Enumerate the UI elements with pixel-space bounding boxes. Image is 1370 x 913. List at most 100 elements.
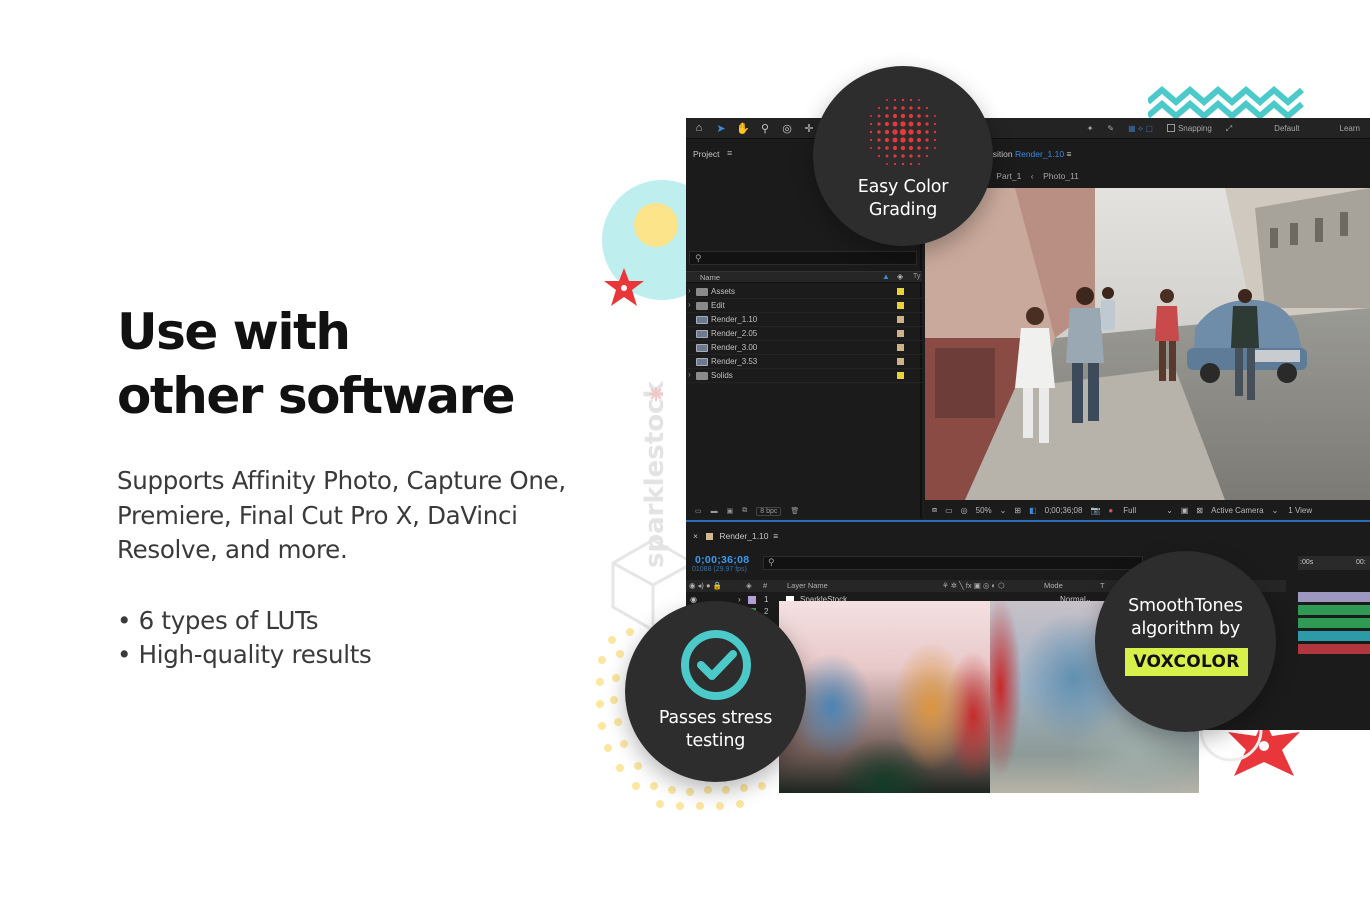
pin-tool-icon[interactable]: ✎ bbox=[1107, 124, 1114, 133]
layer-track-bar[interactable] bbox=[1298, 605, 1370, 615]
timeline-tab[interactable]: × Render_1.10 ≡ bbox=[693, 531, 778, 541]
resolution-select[interactable]: Full bbox=[1123, 506, 1136, 515]
visibility-column-icon[interactable]: ◉ ◂) ● 🔒 bbox=[689, 581, 722, 590]
project-file-row[interactable]: Render_3.00 bbox=[686, 341, 922, 355]
file-color-label[interactable] bbox=[897, 288, 904, 295]
halftone-dot bbox=[925, 106, 929, 110]
marketing-copy: Use with other software Supports Affinit… bbox=[117, 300, 617, 673]
timeline-frame-rate: 01088 (29.97 fps) bbox=[692, 566, 747, 573]
magnification-select[interactable]: 50% bbox=[976, 506, 992, 515]
chevron-down-icon[interactable]: ⌄ bbox=[1000, 506, 1007, 515]
composition-color-label bbox=[706, 533, 714, 540]
project-file-row[interactable]: › Assets bbox=[686, 285, 922, 299]
orbit-tool-icon[interactable]: ◎ bbox=[778, 121, 796, 135]
new-composition-icon[interactable]: ▣ bbox=[727, 507, 734, 515]
project-file-row[interactable]: Render_2.05 bbox=[686, 327, 922, 341]
timeline-ruler[interactable]: :00s 00: bbox=[1298, 556, 1370, 570]
timeline-search-input[interactable]: ⚲ bbox=[763, 556, 1143, 570]
project-file-row[interactable]: › Solids bbox=[686, 369, 922, 383]
project-file-row[interactable]: Render_3.53 bbox=[686, 355, 922, 369]
grid-icon[interactable]: ⊞ bbox=[1014, 506, 1021, 515]
number-column-icon[interactable]: # bbox=[763, 581, 767, 590]
halftone-dot bbox=[916, 121, 922, 127]
interpret-footage-icon[interactable]: ▭ bbox=[695, 507, 702, 515]
project-file-row[interactable]: › Edit bbox=[686, 299, 922, 313]
snapping-toggle[interactable]: Snapping bbox=[1166, 124, 1212, 133]
halftone-dot bbox=[909, 106, 913, 110]
label-column-icon[interactable]: ◈ bbox=[746, 581, 752, 590]
hand-tool-icon[interactable]: ✋ bbox=[734, 121, 752, 135]
file-name: Render_2.05 bbox=[711, 329, 758, 338]
mask-visibility-icon[interactable]: ◎ bbox=[961, 506, 968, 515]
expand-chevron-icon[interactable]: › bbox=[688, 300, 691, 309]
puppet-tool-icon[interactable]: ✦ bbox=[1087, 124, 1094, 133]
layer-color-label[interactable] bbox=[748, 596, 756, 604]
bit-depth-button[interactable]: 8 bpc bbox=[756, 506, 782, 516]
breadcrumb-part[interactable]: Part_1 bbox=[996, 171, 1021, 181]
breadcrumb-photo[interactable]: Photo_11 bbox=[1043, 171, 1079, 181]
selection-tool-icon[interactable]: ➤ bbox=[712, 121, 730, 135]
workspace-learn-tab[interactable]: Learn bbox=[1340, 124, 1360, 133]
current-time-display[interactable]: 0;00;36;08 bbox=[1045, 506, 1083, 515]
file-color-label[interactable] bbox=[897, 302, 904, 309]
file-color-label[interactable] bbox=[897, 344, 904, 351]
expand-chevron-icon[interactable]: › bbox=[688, 286, 691, 295]
type-column-header[interactable]: Ty bbox=[913, 273, 920, 280]
halftone-dot bbox=[893, 162, 897, 166]
expand-chevron-icon[interactable]: › bbox=[688, 370, 691, 379]
home-icon[interactable]: ⌂ bbox=[690, 121, 708, 135]
halftone-dot bbox=[892, 137, 898, 143]
region-of-interest-icon[interactable]: ⧈ bbox=[932, 505, 937, 515]
timeline-tab-label: Render_1.10 bbox=[719, 531, 769, 541]
layer-name-column-header[interactable]: Layer Name bbox=[787, 581, 828, 590]
project-panel-title[interactable]: Project bbox=[693, 149, 719, 159]
file-color-label[interactable] bbox=[897, 316, 904, 323]
panel-menu-icon[interactable]: ≡ bbox=[1066, 149, 1071, 159]
project-file-row[interactable]: Render_1.10 bbox=[686, 313, 922, 327]
display-icon[interactable]: ▭ bbox=[945, 506, 953, 515]
transparency-grid-icon[interactable]: ◧ bbox=[1029, 506, 1037, 515]
camera-select[interactable]: Active Camera bbox=[1211, 506, 1263, 515]
composition-viewer[interactable] bbox=[925, 188, 1370, 500]
mode-column-header[interactable]: Mode bbox=[1044, 581, 1063, 590]
snap-options-icon[interactable]: ⤢ bbox=[1226, 124, 1232, 134]
workspace-default-tab[interactable]: Default bbox=[1274, 124, 1299, 133]
file-color-label[interactable] bbox=[897, 358, 904, 365]
channel-icon[interactable]: ● bbox=[1108, 506, 1113, 515]
viewer-footer: ⧈ ▭ ◎ 50% ⌄ ⊞ ◧ 0;00;36;08 📷 ● Full ⌄ ▣ … bbox=[924, 502, 1370, 518]
halftone-dot bbox=[885, 106, 889, 110]
file-color-label[interactable] bbox=[897, 330, 904, 337]
composition-panel-title[interactable]: osition Render_1.10 ≡ bbox=[988, 149, 1071, 159]
layer-track-bar[interactable] bbox=[1298, 644, 1370, 654]
trackmatte-column-header[interactable]: T bbox=[1100, 581, 1105, 590]
trash-icon[interactable]: 🗑 bbox=[790, 507, 799, 515]
project-search-input[interactable]: ⚲ bbox=[689, 251, 917, 265]
sort-arrow-icon[interactable]: ▲ bbox=[882, 272, 890, 281]
timeline-current-time[interactable]: 0;00;36;08 bbox=[695, 554, 749, 566]
file-color-label[interactable] bbox=[897, 372, 904, 379]
align-icon[interactable]: ▦ ⟡ ▢ bbox=[1128, 124, 1153, 134]
fast-preview-icon[interactable]: ▣ bbox=[1181, 506, 1189, 515]
chevron-down-icon[interactable]: ⌄ bbox=[1272, 506, 1279, 515]
snapping-checkbox[interactable] bbox=[1166, 124, 1175, 132]
halftone-dot bbox=[900, 137, 906, 143]
layer-track-bar[interactable] bbox=[1298, 631, 1370, 641]
halftone-dot bbox=[877, 138, 881, 142]
layer-track-bar[interactable] bbox=[1298, 592, 1370, 602]
toggle-transparency-icon[interactable]: ⊠ bbox=[1196, 506, 1203, 515]
halftone-dots-icon bbox=[869, 98, 937, 166]
new-folder-icon[interactable]: ▬ bbox=[711, 508, 718, 515]
zoom-tool-icon[interactable]: ⚲ bbox=[756, 121, 774, 135]
halftone-dot bbox=[901, 162, 905, 166]
chevron-down-icon[interactable]: ⌄ bbox=[1166, 506, 1173, 515]
panel-menu-icon[interactable]: ≡ bbox=[727, 148, 732, 158]
flowchart-icon[interactable]: ⧉ bbox=[742, 507, 747, 515]
composition-icon bbox=[696, 344, 708, 352]
snapshot-icon[interactable]: 📷 bbox=[1090, 506, 1100, 515]
label-column-icon[interactable]: ◈ bbox=[897, 272, 903, 281]
expand-chevron-icon[interactable]: › bbox=[738, 595, 741, 604]
layer-track-bar[interactable] bbox=[1298, 618, 1370, 628]
view-layout-select[interactable]: 1 View bbox=[1288, 506, 1312, 515]
switches-column-icons[interactable]: ⚘ ✲ ╲ fx ▣ ◎ ◐ ⬡ bbox=[942, 581, 1005, 590]
name-column-header[interactable]: Name bbox=[700, 273, 720, 282]
